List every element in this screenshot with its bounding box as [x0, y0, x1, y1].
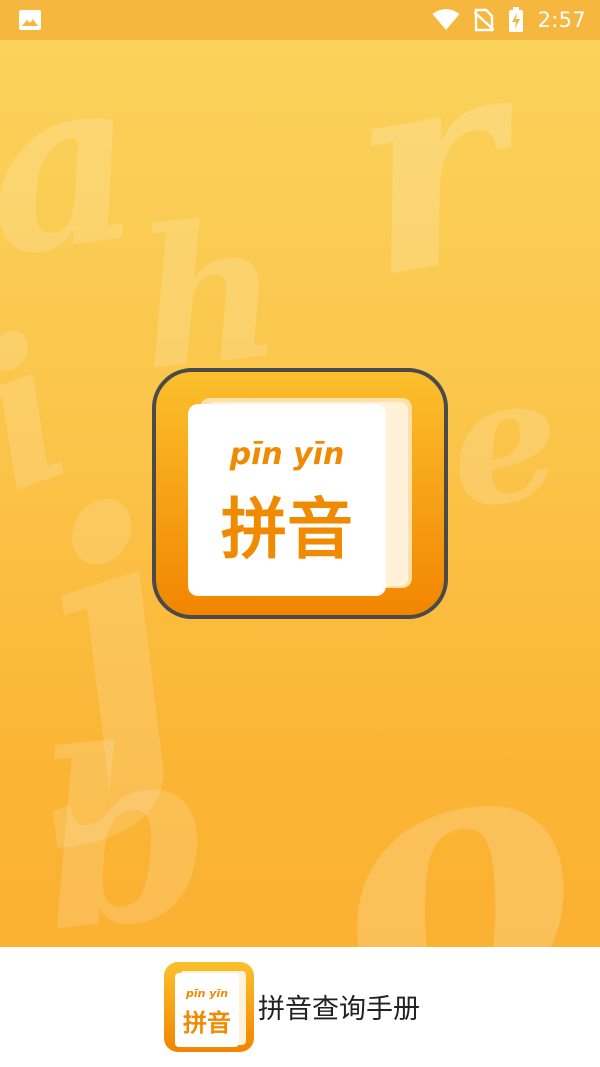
footer-logo-hanzi: 拼音 [183, 1009, 231, 1037]
battery-charging-icon [508, 7, 523, 32]
bg-letter-b: b [27, 688, 223, 947]
app-name: 拼音查询手册 [258, 994, 420, 1025]
no-sim-icon [473, 8, 494, 32]
splash-screen: 2:57 a h r i e j b o pīn yīn 拼音 pīn yīn … [0, 0, 600, 1067]
footer-logo-pinyin: pīn yīn [185, 987, 228, 1000]
app-logo-small: pīn yīn 拼音 [164, 962, 254, 1052]
bg-letter-a: a [0, 40, 153, 309]
image-icon [19, 10, 41, 30]
status-time: 2:57 [537, 8, 586, 32]
app-logo-large: pīn yīn 拼音 [152, 368, 448, 619]
footer: pīn yīn 拼音 拼音查询手册 [0, 947, 600, 1067]
bg-letter-r: r [330, 40, 551, 342]
wifi-icon [432, 9, 460, 30]
bg-letter-o: o [292, 646, 600, 947]
bg-letter-e: e [437, 335, 572, 548]
logo-hanzi: 拼音 [221, 491, 353, 568]
status-bar: 2:57 [0, 0, 600, 40]
splash-background: a h r i e j b o pīn yīn 拼音 [0, 40, 600, 947]
logo-pinyin: pīn yīn [229, 437, 345, 472]
